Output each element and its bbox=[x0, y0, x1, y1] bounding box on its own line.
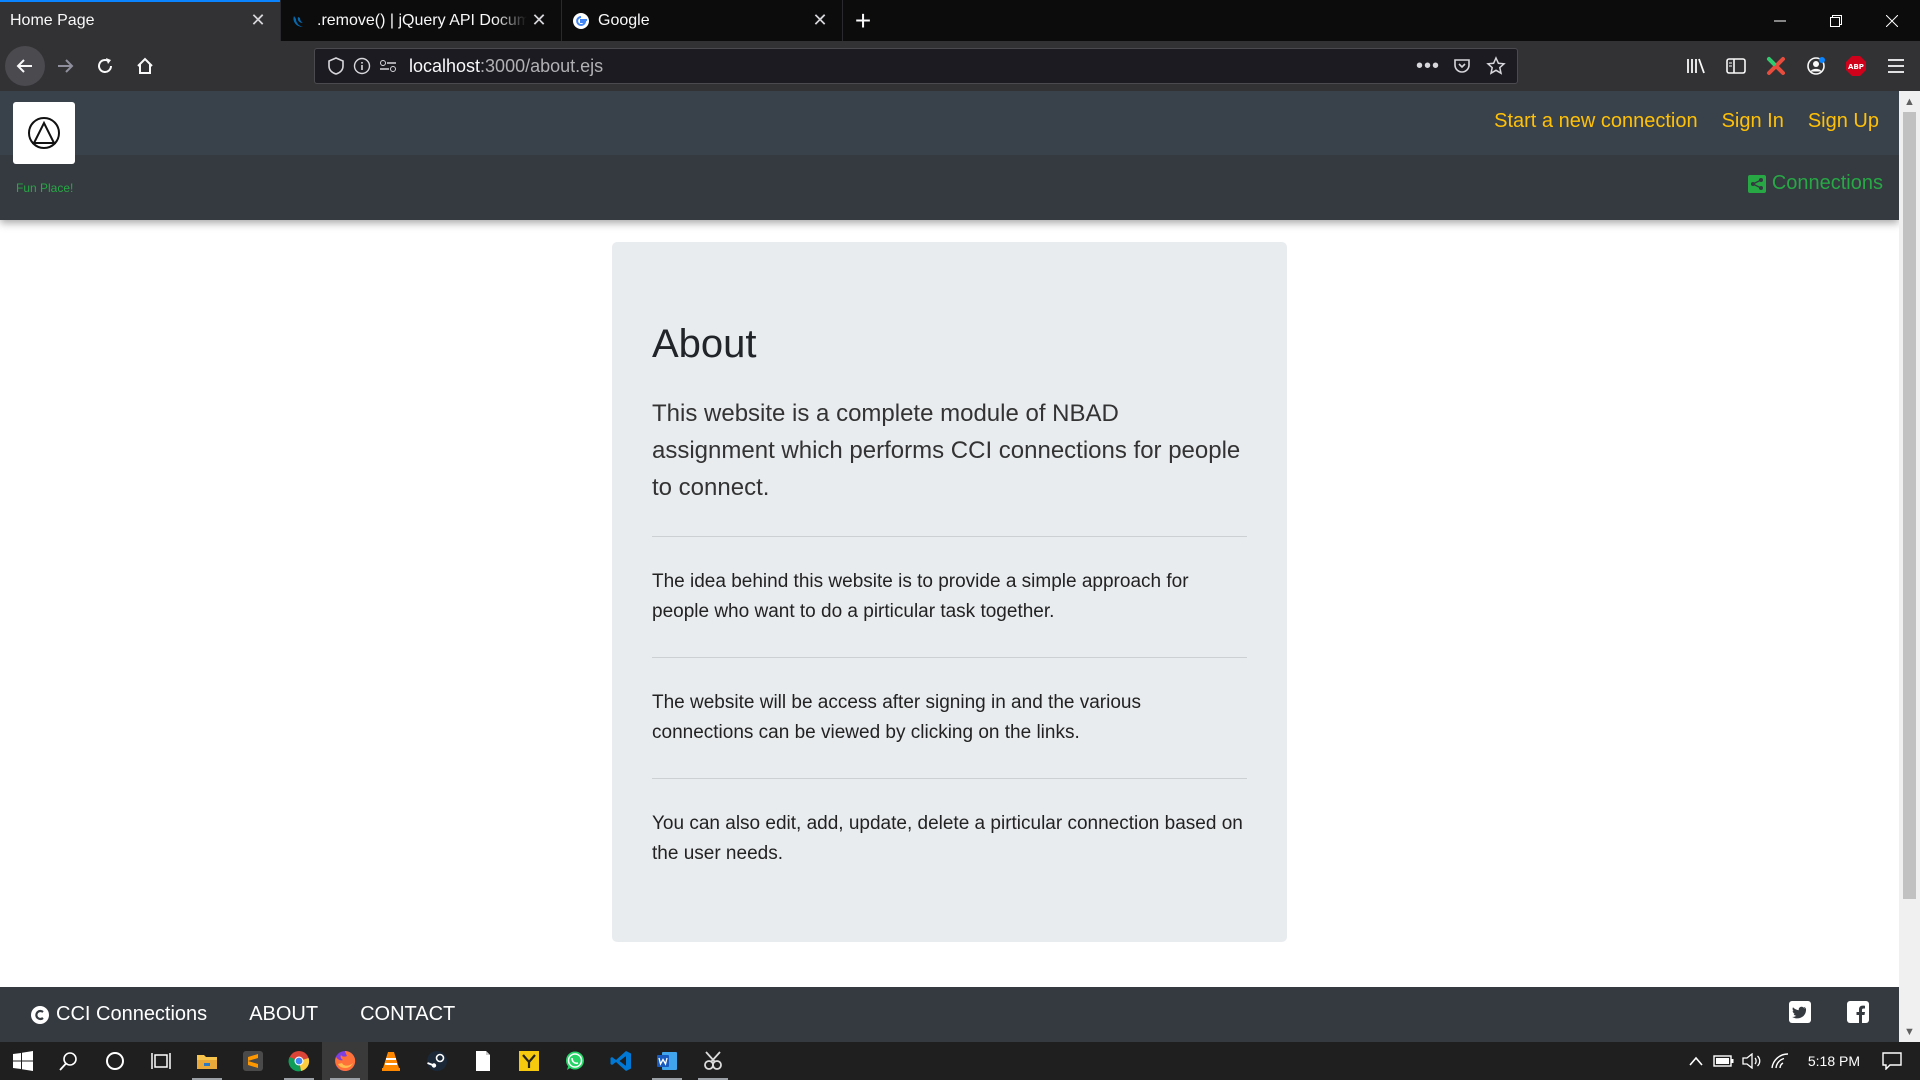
task-view-icon[interactable] bbox=[138, 1042, 184, 1080]
vscode-icon[interactable] bbox=[598, 1042, 644, 1080]
windows-start-icon[interactable] bbox=[0, 1042, 46, 1080]
adblock-plus-icon[interactable]: ABP bbox=[1836, 46, 1876, 86]
site-logo[interactable] bbox=[13, 102, 75, 164]
divider bbox=[652, 536, 1247, 537]
google-icon bbox=[572, 12, 590, 30]
start-new-connection-link[interactable]: Start a new connection bbox=[1494, 110, 1697, 133]
facebook-icon[interactable] bbox=[1847, 1000, 1869, 1029]
header-nav: Start a new connection Sign In Sign Up bbox=[1494, 110, 1879, 133]
footer-about-link[interactable]: ABOUT bbox=[249, 1003, 318, 1026]
volume-icon[interactable] bbox=[1738, 1053, 1766, 1069]
url-host: localhost bbox=[409, 55, 481, 76]
close-icon[interactable]: ✕ bbox=[527, 9, 551, 33]
address-bar[interactable]: localhost:3000/about.ejs ••• bbox=[314, 48, 1518, 84]
tab-title: Home Page bbox=[10, 11, 95, 29]
reload-button[interactable] bbox=[85, 46, 125, 86]
page-title: About bbox=[652, 322, 757, 366]
abp-label: ABP bbox=[1848, 63, 1864, 71]
more-actions-icon[interactable]: ••• bbox=[1415, 55, 1441, 78]
copyright-icon bbox=[31, 1005, 49, 1024]
logo-icon bbox=[28, 117, 60, 149]
tab-title: .remove() | jQuery API Documentation bbox=[317, 11, 527, 29]
page-viewport: Fun Place! Start a new connection Sign I… bbox=[0, 91, 1920, 1042]
firefox-icon[interactable] bbox=[322, 1042, 368, 1080]
toolbar-right: ABP bbox=[1676, 41, 1920, 91]
cortana-icon[interactable] bbox=[92, 1042, 138, 1080]
connections-link[interactable]: Connections bbox=[1747, 172, 1883, 195]
close-icon[interactable]: ✕ bbox=[246, 9, 270, 33]
scrollbar-thumb[interactable] bbox=[1903, 112, 1916, 899]
twitter-icon[interactable] bbox=[1789, 1000, 1811, 1029]
tab-google[interactable]: Google ✕ bbox=[562, 0, 843, 41]
steam-icon[interactable] bbox=[414, 1042, 460, 1080]
sidebar-icon[interactable] bbox=[1716, 46, 1756, 86]
tab-home-page[interactable]: Home Page ✕ bbox=[0, 0, 281, 41]
menu-icon[interactable] bbox=[1876, 46, 1916, 86]
site-header: Fun Place! Start a new connection Sign I… bbox=[0, 91, 1899, 220]
jquery-icon bbox=[291, 12, 309, 30]
battery-icon[interactable] bbox=[1710, 1054, 1738, 1068]
navigation-toolbar: localhost:3000/about.ejs ••• ABP bbox=[0, 41, 1920, 91]
tab-title: Google bbox=[598, 11, 650, 29]
home-button[interactable] bbox=[125, 46, 165, 86]
notifications-icon[interactable] bbox=[1878, 1052, 1906, 1070]
new-tab-button[interactable]: + bbox=[843, 0, 883, 41]
chevron-up-icon[interactable] bbox=[1682, 1056, 1710, 1066]
share-square-icon bbox=[1747, 174, 1766, 193]
whatsapp-icon[interactable] bbox=[552, 1042, 598, 1080]
notepad-icon[interactable] bbox=[460, 1042, 506, 1080]
browser-tab-bar: Home Page ✕ .remove() | jQuery API Docum… bbox=[0, 0, 1920, 41]
bookmark-star-icon[interactable] bbox=[1483, 55, 1509, 78]
pocket-icon[interactable] bbox=[1449, 55, 1475, 78]
footer-contact-link[interactable]: CONTACT bbox=[360, 1003, 455, 1026]
divider bbox=[652, 778, 1247, 779]
about-paragraph-1: The idea behind this website is to provi… bbox=[652, 571, 1189, 622]
close-window-icon[interactable] bbox=[1864, 0, 1920, 41]
sign-up-link[interactable]: Sign Up bbox=[1808, 110, 1879, 133]
vlc-icon[interactable] bbox=[368, 1042, 414, 1080]
page-scrollbar[interactable]: ▲ ▼ bbox=[1899, 91, 1920, 1042]
minimize-icon[interactable] bbox=[1752, 0, 1808, 41]
sign-in-link[interactable]: Sign In bbox=[1722, 110, 1784, 133]
extension-x-icon[interactable] bbox=[1756, 46, 1796, 86]
windows-taskbar: 5:18 PM bbox=[0, 1042, 1920, 1080]
footer-brand[interactable]: CCI Connections bbox=[30, 1003, 207, 1026]
word-icon[interactable] bbox=[644, 1042, 690, 1080]
info-icon[interactable] bbox=[349, 57, 375, 75]
restore-icon[interactable] bbox=[1808, 0, 1864, 41]
close-icon[interactable]: ✕ bbox=[808, 9, 832, 33]
connections-label: Connections bbox=[1771, 172, 1883, 194]
permissions-icon[interactable] bbox=[375, 59, 401, 73]
snipping-tool-icon[interactable] bbox=[690, 1042, 736, 1080]
search-icon[interactable] bbox=[46, 1042, 92, 1080]
site-tagline: Fun Place! bbox=[16, 181, 74, 195]
library-icon[interactable] bbox=[1676, 46, 1716, 86]
footer-brand-label: CCI Connections bbox=[56, 1003, 208, 1025]
system-tray: 5:18 PM bbox=[1682, 1052, 1920, 1070]
shield-icon[interactable] bbox=[323, 57, 349, 75]
about-paragraph-2: The website will be access after signing… bbox=[652, 692, 1141, 743]
back-button[interactable] bbox=[5, 46, 45, 86]
site-footer: CCI Connections ABOUT CONTACT bbox=[0, 987, 1899, 1042]
about-paragraph-3: You can also edit, add, update, delete a… bbox=[652, 813, 1243, 864]
scroll-up-icon[interactable]: ▲ bbox=[1899, 91, 1920, 112]
window-controls bbox=[1752, 0, 1920, 41]
forward-button[interactable] bbox=[45, 46, 85, 86]
wifi-icon[interactable] bbox=[1766, 1053, 1794, 1069]
chrome-icon[interactable] bbox=[276, 1042, 322, 1080]
about-lead: This website is a complete module of NBA… bbox=[652, 400, 1241, 501]
social-links bbox=[1789, 1000, 1869, 1029]
account-icon[interactable] bbox=[1796, 46, 1836, 86]
yellow-app-icon[interactable] bbox=[506, 1042, 552, 1080]
scroll-down-icon[interactable]: ▼ bbox=[1899, 1021, 1920, 1042]
about-jumbotron: About This website is a complete module … bbox=[612, 242, 1287, 942]
file-explorer-icon[interactable] bbox=[184, 1042, 230, 1080]
divider bbox=[652, 657, 1247, 658]
tab-jquery-remove[interactable]: .remove() | jQuery API Documentation ✕ bbox=[281, 0, 562, 41]
sublime-text-icon[interactable] bbox=[230, 1042, 276, 1080]
taskbar-clock[interactable]: 5:18 PM bbox=[1808, 1053, 1860, 1069]
url-path: :3000/about.ejs bbox=[480, 55, 604, 76]
